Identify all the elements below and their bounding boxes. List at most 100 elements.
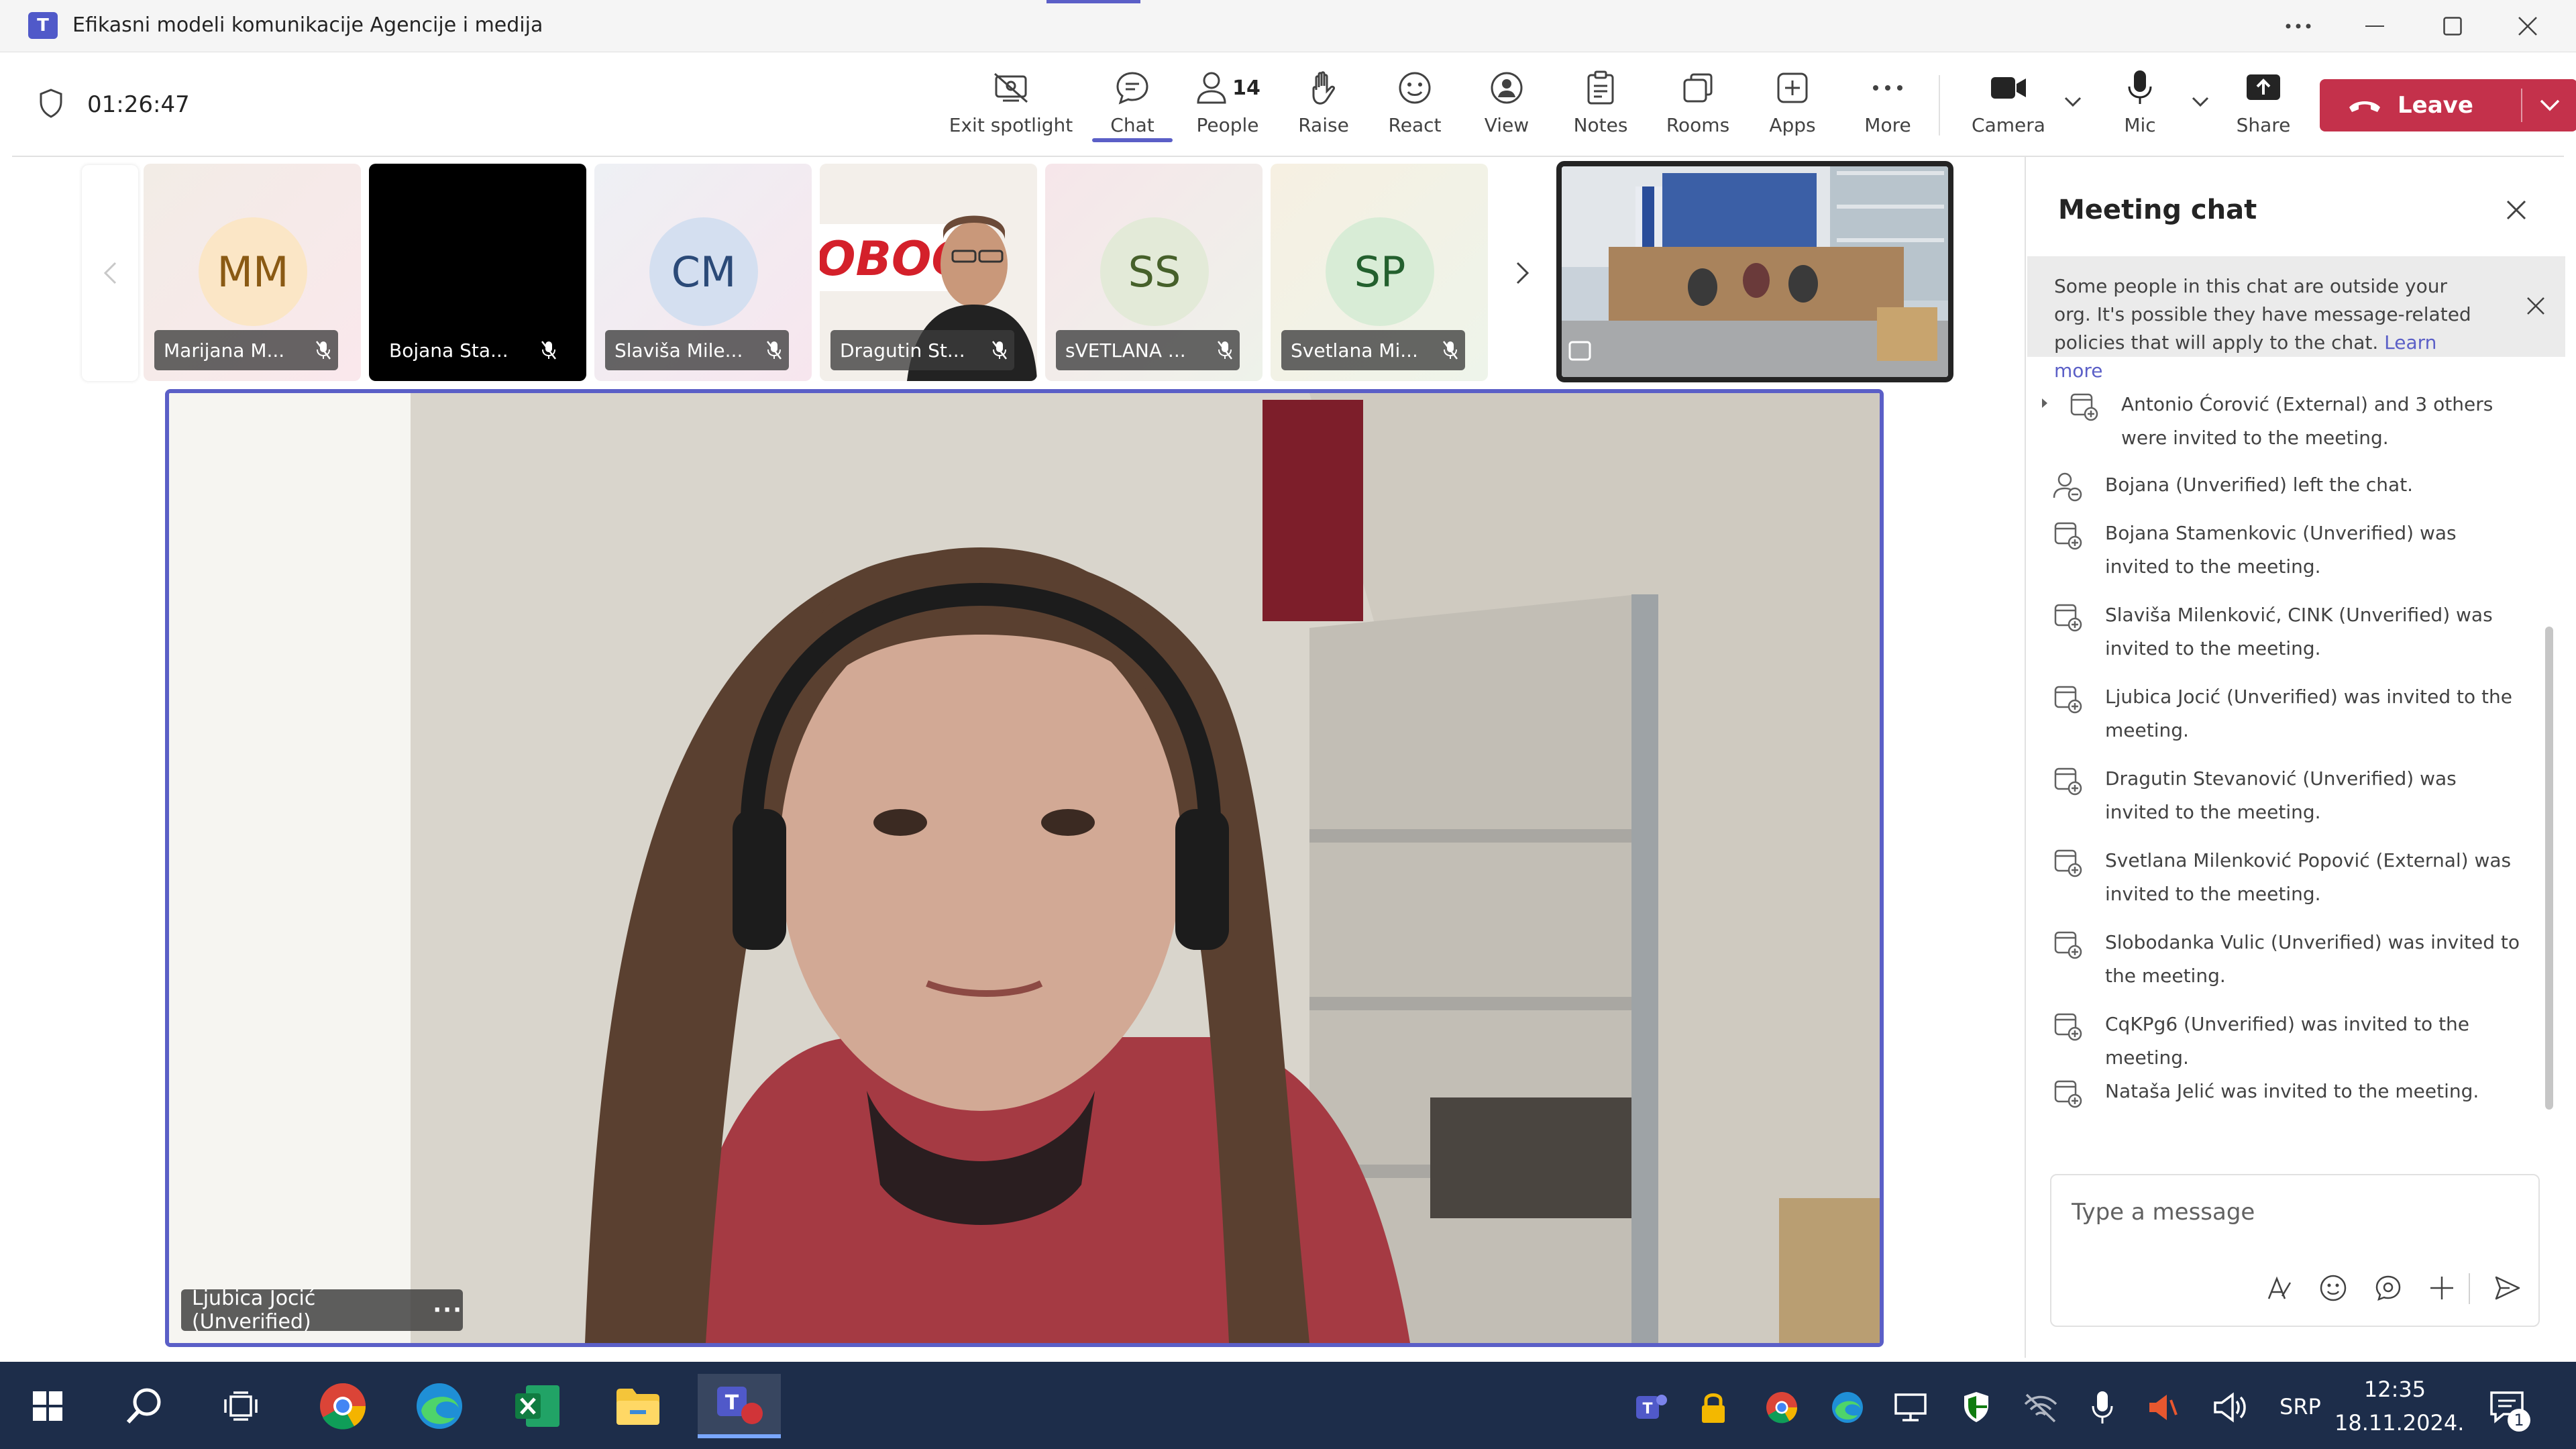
notes-button[interactable]: Notes bbox=[1567, 68, 1634, 142]
notes-icon bbox=[1587, 70, 1614, 105]
participant-tile[interactable]: MM Marijana M... bbox=[144, 164, 361, 381]
shield-icon bbox=[40, 89, 62, 118]
chat-event-text: Slaviša Milenković, CINK (Unverified) wa… bbox=[2105, 604, 2493, 659]
close-window-button[interactable] bbox=[2490, 5, 2565, 47]
participant-tile[interactable]: SS sVETLANA ... bbox=[1045, 164, 1263, 381]
network-tray-icon[interactable] bbox=[1890, 1387, 1931, 1428]
edge-tray-icon[interactable] bbox=[1827, 1387, 1868, 1428]
chat-event-text: Ljubica Jocić (Unverified) was invited t… bbox=[2105, 686, 2512, 741]
chat-event-item[interactable]: Svetlana Milenković Popović (External) w… bbox=[2051, 844, 2521, 911]
chat-button[interactable]: Chat bbox=[1092, 68, 1173, 142]
apps-button[interactable]: Apps bbox=[1759, 68, 1826, 142]
camera-icon bbox=[1991, 77, 2026, 99]
send-button[interactable] bbox=[2489, 1269, 2526, 1307]
smiley-icon bbox=[2320, 1275, 2347, 1301]
speaker-warning-tray-icon[interactable] bbox=[2144, 1387, 2184, 1428]
loop-button[interactable] bbox=[2369, 1269, 2407, 1307]
chat-event-item[interactable]: Slaviša Milenković, CINK (Unverified) wa… bbox=[2051, 598, 2521, 665]
chat-label: Chat bbox=[1110, 114, 1155, 136]
people-button[interactable]: 14 People bbox=[1181, 68, 1275, 142]
wifi-off-tray-icon[interactable] bbox=[2021, 1387, 2061, 1428]
close-icon bbox=[2506, 200, 2526, 220]
format-button[interactable] bbox=[2261, 1269, 2298, 1307]
security-shield-tray-icon[interactable] bbox=[1956, 1387, 1996, 1428]
participant-name: Bojana Sta... bbox=[389, 339, 508, 362]
chat-event-text: Bojana Stamenkovic (Unverified) was invi… bbox=[2105, 522, 2457, 578]
chat-event-item[interactable]: CqKPg6 (Unverified) was invited to the m… bbox=[2051, 1008, 2521, 1075]
emoji-button[interactable] bbox=[2314, 1269, 2352, 1307]
leave-options-chevron[interactable] bbox=[2522, 79, 2576, 131]
chat-scrollbar[interactable] bbox=[2545, 627, 2553, 1110]
leave-button[interactable]: Leave bbox=[2320, 79, 2576, 131]
view-button[interactable]: View bbox=[1473, 68, 1540, 142]
search-button[interactable] bbox=[107, 1374, 181, 1438]
share-button[interactable]: Share bbox=[2230, 68, 2297, 142]
participant-tile[interactable]: CM Slaviša Mile... bbox=[594, 164, 812, 381]
input-language[interactable]: SRP bbox=[2279, 1394, 2321, 1419]
room-video-frame bbox=[1562, 166, 1948, 377]
send-icon bbox=[2495, 1276, 2520, 1300]
leave-main-button[interactable]: Leave bbox=[2320, 79, 2521, 131]
chat-event-item[interactable]: Bojana Stamenkovic (Unverified) was invi… bbox=[2051, 517, 2521, 584]
gallery-next-button[interactable] bbox=[1495, 165, 1551, 381]
task-view-button[interactable] bbox=[204, 1374, 278, 1438]
exit-spotlight-button[interactable]: Exit spotlight bbox=[949, 68, 1073, 142]
toolbar-divider bbox=[1939, 75, 1940, 136]
teams-taskbar-button[interactable]: T bbox=[698, 1374, 781, 1438]
mic-button[interactable]: Mic bbox=[2106, 68, 2174, 142]
participant-name: Dragutin St... bbox=[840, 339, 965, 362]
chat-event-item[interactable]: Bojana (Unverified) left the chat. bbox=[2051, 468, 2521, 502]
participant-tile[interactable]: Bojana Sta... bbox=[369, 164, 586, 381]
teams-logo-icon: T bbox=[28, 12, 58, 39]
react-button[interactable]: React bbox=[1378, 68, 1452, 142]
chat-event-item[interactable]: Nataša Jelić was invited to the meeting. bbox=[2051, 1075, 2521, 1108]
message-input[interactable] bbox=[2072, 1195, 2514, 1229]
gallery-prev-button[interactable] bbox=[82, 165, 138, 381]
participant-tile[interactable]: SP Svetlana Mi... bbox=[1271, 164, 1488, 381]
teams-tray-icon[interactable]: T bbox=[1631, 1387, 1672, 1428]
svg-text:T: T bbox=[1642, 1401, 1652, 1417]
attach-button[interactable] bbox=[2423, 1269, 2461, 1307]
camera-button[interactable]: Camera bbox=[1968, 68, 2049, 142]
minimize-button[interactable] bbox=[2337, 5, 2412, 47]
chat-event-text: Svetlana Milenković Popović (External) w… bbox=[2105, 849, 2512, 905]
more-button[interactable]: More bbox=[1854, 68, 1921, 142]
participant-name-tag: Slaviša Mile... bbox=[605, 330, 789, 370]
chat-event-item[interactable]: Dragutin Stevanović (Unverified) was inv… bbox=[2051, 762, 2521, 829]
rooms-button[interactable]: Rooms bbox=[1661, 68, 1735, 142]
chat-event-item[interactable]: Antonio Ćorović (External) and 3 others … bbox=[2038, 388, 2508, 455]
dismiss-banner-button[interactable] bbox=[2522, 292, 2549, 319]
meeting-timer: 01:26:47 bbox=[87, 91, 190, 118]
chat-event-item[interactable]: Ljubica Jocić (Unverified) was invited t… bbox=[2051, 680, 2521, 747]
spotlight-video[interactable]: Ljubica Jocić (Unverified) ··· bbox=[165, 389, 1884, 1347]
chat-event-item[interactable]: Slobodanka Vulic (Unverified) was invite… bbox=[2051, 926, 2521, 993]
mic-options-chevron[interactable] bbox=[2187, 89, 2214, 115]
taskbar-clock[interactable]: 12:35 18.11.2024. bbox=[2334, 1373, 2464, 1440]
volume-tray-icon[interactable] bbox=[2211, 1387, 2251, 1428]
participant-name: Svetlana Mi... bbox=[1291, 339, 1418, 362]
close-icon bbox=[2518, 17, 2537, 36]
maximize-button[interactable] bbox=[2415, 5, 2490, 47]
file-explorer-taskbar-button[interactable] bbox=[601, 1374, 675, 1438]
window-options-button[interactable] bbox=[2261, 5, 2336, 47]
start-button[interactable] bbox=[11, 1374, 85, 1438]
chat-event-text: Antonio Ćorović (External) and 3 others … bbox=[2121, 393, 2493, 449]
lock-tray-icon[interactable] bbox=[1693, 1387, 1733, 1428]
excel-taskbar-button[interactable] bbox=[500, 1374, 574, 1438]
edge-taskbar-button[interactable] bbox=[402, 1374, 476, 1438]
chrome-tray-icon[interactable] bbox=[1762, 1387, 1802, 1428]
raise-hand-button[interactable]: Raise bbox=[1287, 68, 1360, 142]
camera-options-chevron[interactable] bbox=[2059, 89, 2086, 115]
people-label: People bbox=[1196, 114, 1259, 136]
spotlight-more-button[interactable]: ··· bbox=[433, 1297, 463, 1324]
room-video-tile[interactable] bbox=[1556, 161, 1953, 382]
smiley-icon bbox=[1399, 72, 1431, 104]
microphone-tray-icon[interactable] bbox=[2082, 1387, 2123, 1428]
minimize-icon bbox=[2365, 25, 2384, 27]
chat-event-text: Dragutin Stevanović (Unverified) was inv… bbox=[2105, 767, 2457, 823]
chrome-taskbar-button[interactable] bbox=[306, 1374, 380, 1438]
participant-video-tile[interactable]: OBOCT Dragutin St... bbox=[820, 164, 1037, 381]
close-chat-button[interactable] bbox=[2500, 193, 2533, 227]
share-label: Share bbox=[2236, 114, 2291, 136]
chat-message-list[interactable]: Antonio Ćorović (External) and 3 others … bbox=[2026, 378, 2556, 1083]
